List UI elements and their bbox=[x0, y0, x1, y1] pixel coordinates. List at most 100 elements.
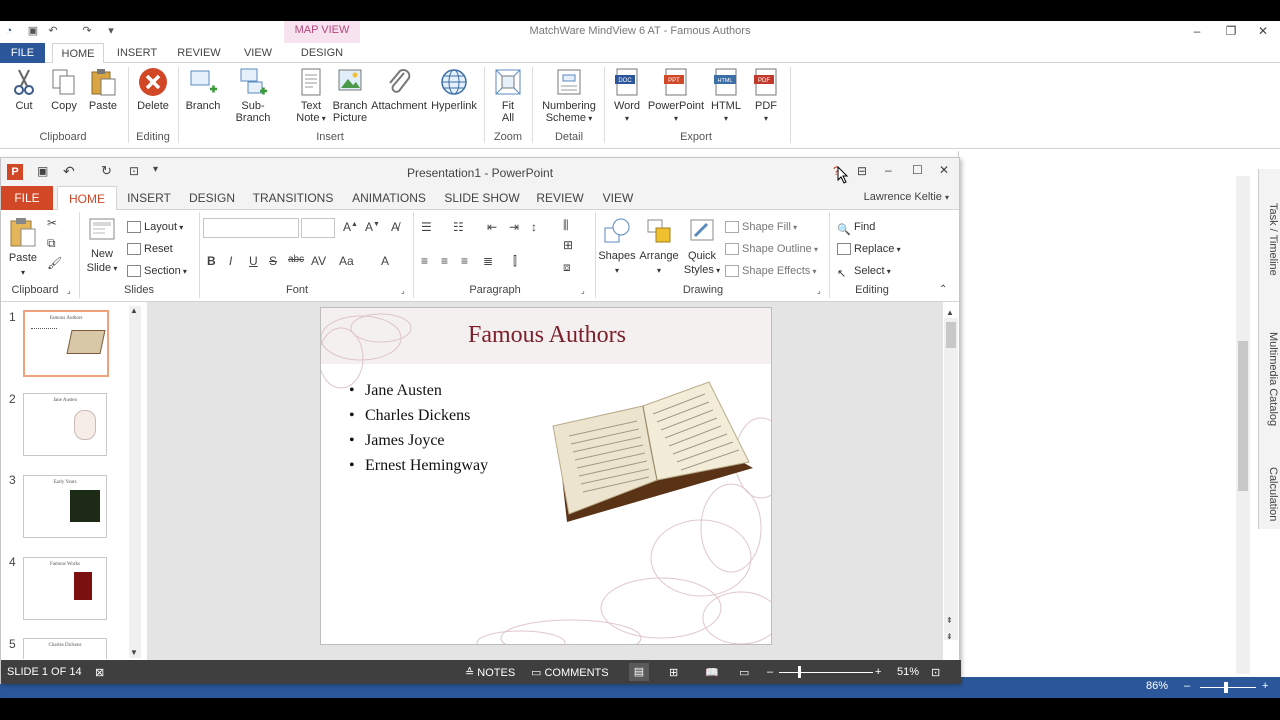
decrease-indent-icon[interactable]: ⇤ bbox=[487, 220, 497, 234]
change-case-icon[interactable]: Aa bbox=[339, 254, 354, 268]
scroll-down-icon[interactable]: ▼ bbox=[130, 648, 138, 657]
slide-vertical-scrollbar[interactable] bbox=[944, 318, 958, 640]
line-spacing-icon[interactable]: ↕ bbox=[531, 220, 537, 234]
bullets-icon[interactable]: ☰ bbox=[421, 220, 432, 234]
powerpoint-tab-insert[interactable]: INSERT bbox=[123, 186, 175, 210]
scroll-up-icon[interactable]: ▲ bbox=[946, 308, 954, 317]
slide-scrollbar-thumb[interactable] bbox=[946, 322, 956, 348]
align-left-icon[interactable]: ≡ bbox=[421, 254, 428, 268]
shape-fill-button[interactable]: Shape Fill ▾ bbox=[725, 218, 797, 236]
restore-icon[interactable]: ❐ bbox=[1220, 23, 1242, 39]
dialog-launcher-icon[interactable]: ⌟ bbox=[581, 286, 585, 295]
zoom-in-icon[interactable]: + bbox=[875, 666, 881, 678]
slide-show-icon[interactable]: ▭ bbox=[739, 666, 749, 679]
side-tab-calculation[interactable]: Calculation bbox=[1261, 459, 1279, 529]
columns-icon[interactable]: ⫿ bbox=[513, 254, 517, 269]
powerpoint-tab-slide-show[interactable]: SLIDE SHOW bbox=[443, 186, 521, 210]
powerpoint-tab-view[interactable]: VIEW bbox=[597, 186, 639, 210]
export-word-button[interactable]: DOC Word ▾ bbox=[610, 67, 644, 124]
branch-picture-button[interactable]: Branch Picture bbox=[330, 67, 370, 124]
attachment-button[interactable]: Attachment bbox=[370, 67, 428, 112]
next-slide-icon[interactable]: ⇟ bbox=[946, 632, 953, 641]
export-html-button[interactable]: HTML HTML ▾ bbox=[708, 67, 744, 124]
side-tab-multimedia-catalog[interactable]: Multimedia Catalog bbox=[1261, 319, 1279, 439]
maximize-icon[interactable]: ☐ bbox=[912, 163, 923, 177]
slide-bullet-3[interactable]: James Joyce bbox=[349, 432, 444, 450]
reset-button[interactable]: Reset bbox=[127, 240, 173, 258]
ribbon-display-options-icon[interactable]: ⊟ bbox=[857, 164, 867, 178]
clear-formatting-icon[interactable]: A̸ bbox=[391, 220, 399, 234]
slide-bullet-1[interactable]: Jane Austen bbox=[349, 382, 442, 400]
zoom-out-icon[interactable]: – bbox=[1184, 680, 1190, 692]
hyperlink-button[interactable]: Hyperlink bbox=[430, 67, 478, 112]
align-right-icon[interactable]: ≡ bbox=[461, 254, 468, 268]
slide-thumbnail-5[interactable]: Charles Dickens bbox=[23, 638, 107, 659]
open-book-image[interactable] bbox=[549, 376, 759, 522]
italic-icon[interactable]: I bbox=[229, 254, 232, 268]
branch-button[interactable]: Branch bbox=[184, 67, 222, 112]
arrange-button[interactable]: Arrange ▾ bbox=[637, 216, 681, 278]
align-text-icon[interactable]: ⊞ bbox=[563, 238, 573, 252]
shadow-icon[interactable]: S bbox=[269, 254, 277, 268]
zoom-in-icon[interactable]: + bbox=[1262, 680, 1268, 692]
notes-button[interactable]: ≙ NOTES bbox=[465, 666, 515, 679]
numbering-icon[interactable]: ☷ bbox=[453, 220, 464, 234]
export-pdf-button[interactable]: PDF PDF ▾ bbox=[748, 67, 784, 124]
close-icon[interactable]: ✕ bbox=[939, 163, 949, 177]
mindview-zoom-slider-thumb[interactable] bbox=[1224, 682, 1228, 693]
paste-button[interactable]: Paste bbox=[86, 67, 120, 112]
previous-slide-icon[interactable]: ⇞ bbox=[946, 616, 953, 625]
minimize-icon[interactable]: – bbox=[885, 163, 892, 177]
mindview-tab-view[interactable]: VIEW bbox=[236, 43, 280, 63]
find-button[interactable]: 🔍 Find bbox=[837, 218, 875, 236]
close-icon[interactable]: ✕ bbox=[1252, 23, 1274, 39]
mindview-zoom-slider[interactable] bbox=[1200, 687, 1256, 688]
slide-bullet-4[interactable]: Ernest Hemingway bbox=[349, 457, 488, 475]
powerpoint-tab-file[interactable]: FILE bbox=[1, 186, 53, 210]
paste-button[interactable]: Paste ▾ bbox=[5, 216, 41, 280]
sub-branch-button[interactable]: Sub-Branch bbox=[224, 67, 282, 124]
font-size-box[interactable] bbox=[301, 218, 335, 238]
shape-outline-button[interactable]: Shape Outline ▾ bbox=[725, 240, 818, 258]
text-direction-icon[interactable]: ⫼ bbox=[563, 218, 569, 233]
slide-title[interactable]: Famous Authors bbox=[321, 322, 771, 349]
cut-icon[interactable]: ✂ bbox=[47, 216, 57, 230]
strikethrough-icon[interactable]: abc bbox=[288, 254, 304, 265]
new-slide-button[interactable]: New Slide ▾ bbox=[83, 216, 121, 276]
dialog-launcher-icon[interactable]: ⌟ bbox=[67, 286, 71, 295]
copy-icon[interactable]: ⧉ bbox=[47, 236, 56, 251]
character-spacing-icon[interactable]: AV bbox=[311, 254, 326, 268]
quick-styles-button[interactable]: Quick Styles ▾ bbox=[681, 216, 723, 278]
powerpoint-tab-review[interactable]: REVIEW bbox=[533, 186, 587, 210]
increase-font-size-icon[interactable]: A▲ bbox=[343, 220, 358, 234]
replace-button[interactable]: Replace ▾ bbox=[837, 240, 901, 258]
mindview-tab-file[interactable]: FILE bbox=[0, 43, 45, 63]
mindview-tab-home[interactable]: HOME bbox=[52, 43, 104, 64]
collapse-ribbon-icon[interactable]: ⌃ bbox=[939, 284, 947, 295]
fit-slide-icon[interactable]: ⊡ bbox=[931, 666, 940, 679]
scroll-up-icon[interactable]: ▲ bbox=[130, 306, 138, 315]
decrease-font-size-icon[interactable]: A▼ bbox=[365, 220, 380, 234]
slide-thumbnail-1[interactable]: Famous Authors bbox=[23, 310, 109, 377]
align-center-icon[interactable]: ≡ bbox=[441, 254, 448, 268]
side-tab-task-timeline[interactable]: Task / Timeline bbox=[1261, 189, 1279, 289]
zoom-out-icon[interactable]: – bbox=[767, 666, 773, 678]
dialog-launcher-icon[interactable]: ⌟ bbox=[401, 286, 405, 295]
slide-bullet-2[interactable]: Charles Dickens bbox=[349, 407, 470, 425]
font-name-box[interactable] bbox=[203, 218, 299, 238]
text-note-button[interactable]: Text Note ▾ bbox=[292, 67, 330, 125]
mindview-scrollbar-thumb[interactable] bbox=[1238, 341, 1248, 491]
comments-button[interactable]: ▭ COMMENTS bbox=[531, 666, 609, 679]
spell-check-icon[interactable]: ⊠ bbox=[95, 666, 104, 679]
cut-button[interactable]: Cut bbox=[8, 67, 40, 112]
powerpoint-tab-transitions[interactable]: TRANSITIONS bbox=[251, 186, 335, 210]
shape-effects-button[interactable]: Shape Effects ▾ bbox=[725, 262, 817, 280]
mindview-map-canvas[interactable] bbox=[958, 151, 1256, 678]
slide-thumbnail-4[interactable]: Famous Works bbox=[23, 557, 107, 620]
increase-indent-icon[interactable]: ⇥ bbox=[509, 220, 519, 234]
powerpoint-tab-design[interactable]: DESIGN bbox=[185, 186, 239, 210]
numbering-scheme-button[interactable]: Numbering Scheme ▾ bbox=[538, 67, 600, 125]
thumbnail-scrollbar[interactable] bbox=[129, 306, 141, 658]
delete-button[interactable]: Delete bbox=[134, 67, 172, 112]
slide-thumbnail-3[interactable]: Early Years bbox=[23, 475, 107, 538]
